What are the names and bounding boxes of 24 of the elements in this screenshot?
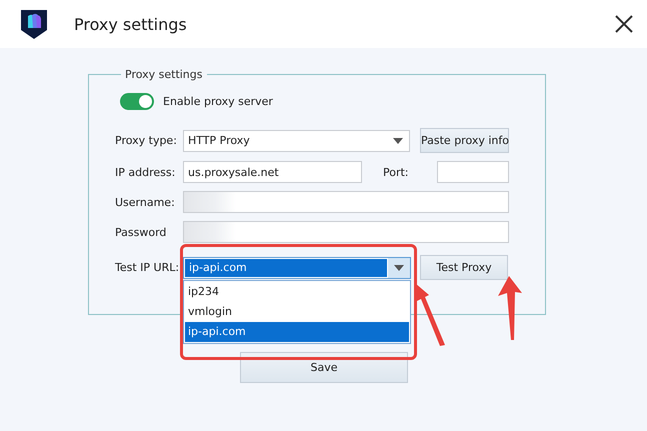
field-label: IP address: xyxy=(115,166,176,178)
caret-icon xyxy=(394,264,404,270)
field-label: Test IP URL: xyxy=(115,261,180,274)
group-title: Proxy settings xyxy=(124,68,204,81)
proxy-type-dropdown[interactable]: HTTP Proxy xyxy=(183,130,410,152)
password-field[interactable] xyxy=(183,221,509,243)
paste-proxy-button[interactable]: Paste proxy info xyxy=(420,128,509,153)
toggle-switch[interactable] xyxy=(120,93,154,110)
window-title: Proxy settings xyxy=(74,14,188,34)
toggle-label: Enable proxy server xyxy=(163,95,273,108)
field-label: Password xyxy=(115,226,168,238)
ip-address-field[interactable]: us.proxysale.net xyxy=(183,161,362,183)
app-logo-icon xyxy=(20,8,48,40)
annotation-arrow xyxy=(497,275,523,341)
test-proxy-button[interactable]: Test Proxy xyxy=(420,255,508,280)
port-field[interactable] xyxy=(437,161,509,183)
save-button[interactable]: Save xyxy=(240,352,408,383)
field-label: Username: xyxy=(115,196,176,208)
caret-icon xyxy=(393,138,403,144)
close-icon xyxy=(615,15,633,33)
dropdown-option[interactable]: ip-api.com xyxy=(185,322,409,342)
field-label: Port: xyxy=(383,166,410,178)
username-field[interactable] xyxy=(183,191,509,213)
field-label: Proxy type: xyxy=(115,134,178,147)
